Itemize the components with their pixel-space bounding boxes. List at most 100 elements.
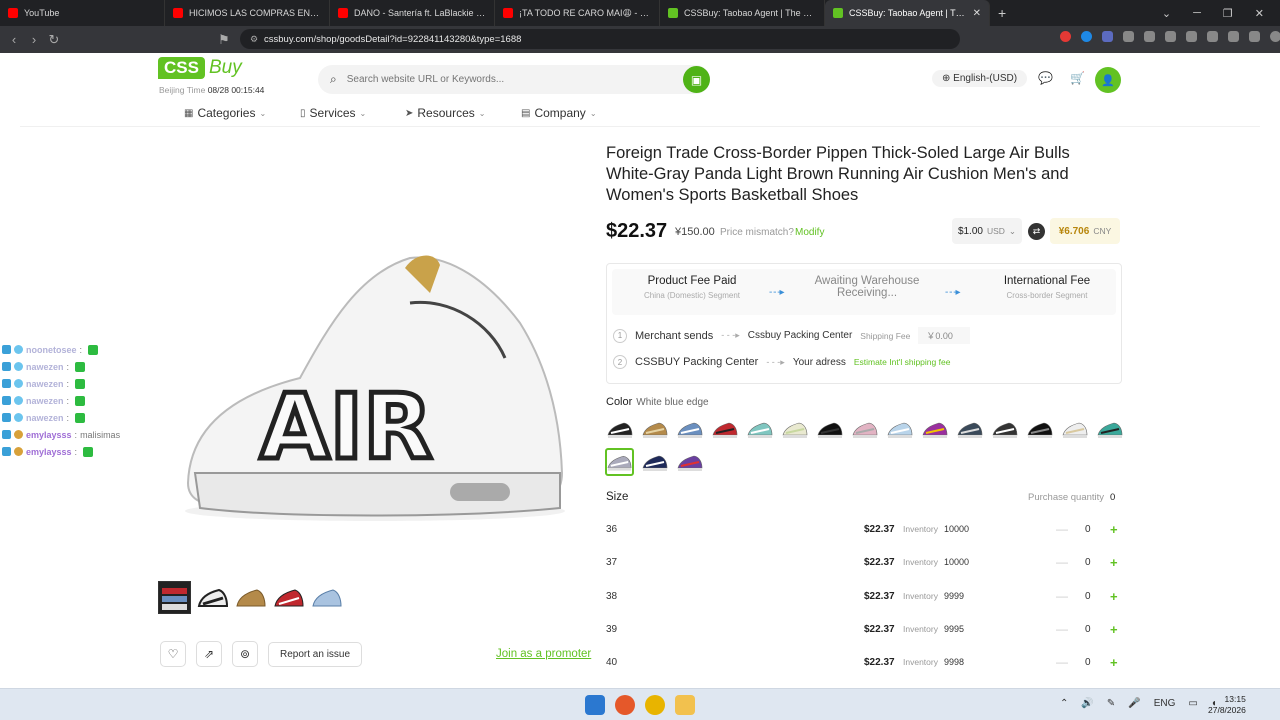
file-explorer-icon[interactable]	[675, 695, 695, 715]
restore-icon[interactable]: ❐	[1223, 7, 1233, 20]
browser-tab[interactable]: ¡TA TODO RE CARO MAI😩 - COMPRAS	[495, 0, 660, 26]
color-swatch[interactable]	[1095, 415, 1124, 443]
modify-link[interactable]: Modify	[795, 227, 824, 238]
decrease-quantity-button[interactable]: —	[1056, 522, 1068, 536]
vpn-icon[interactable]	[1228, 31, 1239, 42]
increase-quantity-button[interactable]: +	[1110, 622, 1118, 637]
quantity-value[interactable]: 0	[1085, 557, 1091, 568]
color-swatch[interactable]	[640, 415, 669, 443]
color-swatch[interactable]	[605, 415, 634, 443]
decrease-quantity-button[interactable]: —	[1056, 589, 1068, 603]
record-extension-icon[interactable]	[1060, 31, 1071, 42]
forward-icon[interactable]: ›	[24, 32, 44, 47]
cart-icon[interactable]: 🛒	[1070, 71, 1085, 85]
color-swatch[interactable]	[675, 448, 704, 476]
decrease-quantity-button[interactable]: —	[1056, 622, 1068, 636]
shield-icon[interactable]	[1249, 31, 1260, 42]
windows-start-icon[interactable]	[585, 695, 605, 715]
leo-icon[interactable]	[1207, 31, 1218, 42]
thumbnail[interactable]	[196, 581, 229, 614]
volume-icon[interactable]: 🔊	[1081, 698, 1093, 709]
reload-icon[interactable]: ↻	[44, 32, 64, 48]
close-window-icon[interactable]: ✕	[1255, 7, 1264, 20]
increase-quantity-button[interactable]: +	[1110, 655, 1118, 670]
site-info-icon[interactable]: ⚙	[250, 34, 258, 45]
color-swatch[interactable]	[1060, 415, 1089, 443]
search-input[interactable]	[346, 74, 667, 85]
thumbnail[interactable]	[272, 581, 305, 614]
clock[interactable]: 13:15 27/8/2026	[1208, 694, 1246, 716]
color-swatch[interactable]	[605, 448, 634, 476]
menu-categories[interactable]: ▦ Categories ⌄	[184, 106, 266, 120]
main-product-image[interactable]: AIR	[160, 173, 590, 573]
network-icon[interactable]: ▭	[1188, 698, 1197, 709]
color-swatch[interactable]	[885, 415, 914, 443]
decrease-quantity-button[interactable]: —	[1056, 555, 1068, 569]
cssbuy-logo[interactable]: CSS Buy	[158, 57, 242, 79]
browser-tab[interactable]: HICIMOS LAS COMPRAS EN UN MAYORISTA	[165, 0, 330, 26]
avatar[interactable]: 👤	[1095, 67, 1121, 93]
browser-tab[interactable]: CSSBuy: Taobao Agent | The best sh ✕	[825, 0, 990, 26]
pen-icon[interactable]: ✎	[1107, 698, 1115, 709]
browser-tab[interactable]: DANO - Santería ft. LaBlackie (Visualize…	[330, 0, 495, 26]
language-indicator[interactable]: ENG	[1154, 698, 1176, 709]
message-icon[interactable]: 💬	[1038, 71, 1053, 85]
color-swatch[interactable]	[640, 448, 669, 476]
estimate-shipping-link[interactable]: Estimate Int'l shipping fee	[854, 357, 951, 367]
bookmark-icon[interactable]: ⚑	[214, 32, 234, 48]
color-swatch[interactable]	[920, 415, 949, 443]
sidebar-icon[interactable]	[1165, 31, 1176, 42]
thumbnail[interactable]	[234, 581, 267, 614]
wallet-icon[interactable]	[1186, 31, 1197, 42]
quantity-value[interactable]: 0	[1085, 657, 1091, 668]
brave-icon[interactable]	[615, 695, 635, 715]
quantity-value[interactable]: 0	[1085, 624, 1091, 635]
menu-resources[interactable]: ➤ Resources ⌄	[405, 106, 485, 120]
color-swatch[interactable]	[745, 415, 774, 443]
thumbnail[interactable]	[158, 581, 191, 614]
mic-icon[interactable]: 🎤	[1128, 698, 1140, 709]
puzzle-icon[interactable]	[1123, 31, 1134, 42]
tab-search-icon[interactable]: ⌄	[1162, 7, 1171, 20]
chevron-up-icon[interactable]: ⌃	[1060, 698, 1068, 709]
thumbnail[interactable]	[310, 581, 343, 614]
chrome-icon[interactable]	[645, 695, 665, 715]
minimize-icon[interactable]: ─	[1193, 7, 1201, 19]
browser-tab[interactable]: YouTube	[0, 0, 165, 26]
increase-quantity-button[interactable]: +	[1110, 589, 1118, 604]
share-icon[interactable]: ⇗	[196, 641, 222, 667]
close-tab-icon[interactable]: ✕	[973, 8, 981, 19]
back-icon[interactable]: ‹	[4, 32, 24, 47]
menu-company[interactable]: ▤ Company ⌄	[521, 106, 597, 120]
color-swatch[interactable]	[815, 415, 844, 443]
copy-link-icon[interactable]: ⊚	[232, 641, 258, 667]
quantity-value[interactable]: 0	[1085, 591, 1091, 602]
color-swatch[interactable]	[955, 415, 984, 443]
search-icon[interactable]: ⌕	[330, 72, 337, 87]
currency-from[interactable]: $1.00 USD ⌄	[952, 218, 1022, 244]
report-issue-button[interactable]: Report an issue	[268, 641, 363, 667]
increase-quantity-button[interactable]: +	[1110, 555, 1118, 570]
language-selector[interactable]: ⊕ English-(USD)	[932, 70, 1028, 87]
extension-icon[interactable]	[1102, 31, 1113, 42]
color-swatch[interactable]	[1025, 415, 1054, 443]
url-bar[interactable]: ⚙ cssbuy.com/shop/goodsDetail?id=9228411…	[240, 29, 960, 49]
color-swatch[interactable]	[710, 415, 739, 443]
extension-icon[interactable]	[1081, 31, 1092, 42]
quantity-value[interactable]: 0	[1085, 524, 1091, 535]
heart-icon[interactable]: ♡	[160, 641, 186, 667]
color-swatch[interactable]	[990, 415, 1019, 443]
color-swatch[interactable]	[780, 415, 809, 443]
new-tab-icon[interactable]: +	[990, 5, 1014, 21]
join-promoter-link[interactable]: Join as a promoter	[496, 648, 591, 660]
image-search-icon[interactable]: ▣	[683, 66, 710, 93]
increase-quantity-button[interactable]: +	[1110, 522, 1118, 537]
color-swatch[interactable]	[675, 415, 704, 443]
profile-icon[interactable]	[1270, 31, 1280, 42]
color-swatch[interactable]	[850, 415, 879, 443]
swap-currency-icon[interactable]: ⇄	[1028, 223, 1045, 240]
media-icon[interactable]	[1144, 31, 1155, 42]
menu-services[interactable]: ▯ Services ⌄	[300, 106, 366, 120]
browser-tab[interactable]: CSSBuy: Taobao Agent | The best shopping	[660, 0, 825, 26]
decrease-quantity-button[interactable]: —	[1056, 655, 1068, 669]
